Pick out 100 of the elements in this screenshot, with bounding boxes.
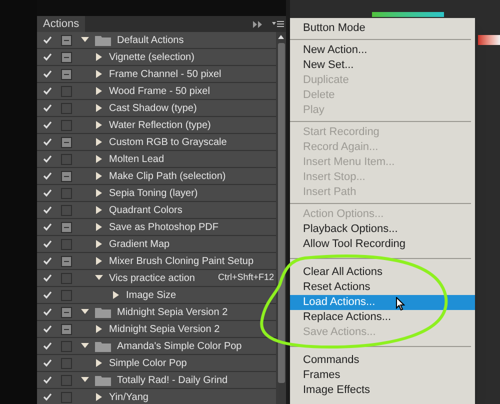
check-icon[interactable]: [42, 359, 52, 367]
action-name[interactable]: Image Size: [126, 288, 176, 302]
dialog-toggle-icon[interactable]: [60, 374, 72, 386]
menu-item[interactable]: Frames: [290, 368, 475, 383]
disclosure-triangle-icon[interactable]: [95, 189, 103, 197]
disclosure-triangle-icon[interactable]: [95, 155, 103, 163]
dialog-toggle-icon[interactable]: [60, 238, 72, 250]
dialog-toggle-icon[interactable]: [60, 136, 72, 148]
menu-item[interactable]: Reset Actions: [290, 280, 475, 295]
menu-item[interactable]: Image Effects: [290, 383, 475, 398]
disclosure-triangle-icon[interactable]: [95, 172, 103, 180]
action-name[interactable]: Molten Lead: [109, 152, 164, 166]
dialog-toggle-icon[interactable]: [60, 290, 72, 300]
check-icon[interactable]: [42, 70, 52, 78]
action-name[interactable]: Gradient Map: [109, 236, 170, 252]
check-icon[interactable]: [42, 274, 52, 282]
dialog-toggle-icon[interactable]: [60, 188, 72, 198]
check-icon[interactable]: [42, 257, 52, 265]
disclosure-triangle-icon[interactable]: [95, 393, 103, 401]
check-icon[interactable]: [42, 189, 52, 197]
action-name[interactable]: Vics practice action: [109, 270, 195, 286]
panel-menu-icon[interactable]: [272, 20, 284, 28]
action-name[interactable]: Vignette (selection): [109, 50, 194, 64]
disclosure-triangle-icon[interactable]: [95, 53, 103, 61]
action-name[interactable]: Simple Color Pop: [109, 356, 187, 370]
disclosure-triangle-icon[interactable]: [95, 121, 103, 129]
action-name[interactable]: Yin/Yang: [109, 390, 148, 404]
disclosure-triangle-icon[interactable]: [95, 223, 103, 231]
disclosure-triangle-icon[interactable]: [81, 342, 89, 350]
disclosure-triangle-icon[interactable]: [81, 308, 89, 316]
dialog-toggle-icon[interactable]: [60, 120, 72, 130]
disclosure-triangle-icon[interactable]: [81, 36, 89, 44]
action-name[interactable]: Quadrant Colors: [109, 202, 182, 218]
action-name[interactable]: Wood Frame - 50 pixel: [109, 84, 210, 98]
disclosure-triangle-icon[interactable]: [95, 206, 103, 214]
action-name[interactable]: Midnight Sepia Version 2: [117, 304, 228, 320]
dialog-toggle-icon[interactable]: [60, 324, 72, 334]
action-name[interactable]: Water Reflection (type): [109, 118, 211, 132]
menu-item[interactable]: Clear All Actions: [290, 265, 475, 280]
dialog-toggle-icon[interactable]: [60, 256, 72, 266]
menu-item[interactable]: New Set...: [290, 58, 475, 73]
dialog-toggle-icon[interactable]: [60, 34, 72, 46]
check-icon[interactable]: [42, 121, 52, 129]
menu-item[interactable]: Allow Tool Recording: [290, 237, 475, 252]
disclosure-triangle-icon[interactable]: [95, 240, 103, 248]
dialog-toggle-icon[interactable]: [60, 358, 72, 368]
check-icon[interactable]: [42, 240, 52, 248]
dialog-toggle-icon[interactable]: [60, 154, 72, 164]
check-icon[interactable]: [42, 138, 52, 146]
disclosure-triangle-icon[interactable]: [95, 257, 103, 265]
disclosure-triangle-icon[interactable]: [112, 291, 120, 299]
disclosure-triangle-icon[interactable]: [95, 70, 103, 78]
check-icon[interactable]: [42, 53, 52, 61]
action-name[interactable]: Sepia Toning (layer): [109, 186, 198, 200]
dialog-toggle-icon[interactable]: [60, 102, 72, 114]
menu-item[interactable]: Replace Actions...: [290, 310, 475, 325]
disclosure-triangle-icon[interactable]: [95, 359, 103, 367]
collapse-icon[interactable]: [253, 20, 262, 28]
action-name[interactable]: Midnight Sepia Version 2: [109, 322, 220, 336]
menu-item[interactable]: Button Mode: [290, 21, 475, 36]
action-name[interactable]: Save as Photoshop PDF: [109, 220, 219, 234]
action-name[interactable]: Default Actions: [117, 32, 184, 48]
dialog-toggle-icon[interactable]: [60, 222, 72, 232]
scroll-up-icon[interactable]: [278, 35, 284, 39]
action-name[interactable]: Custom RGB to Grayscale: [109, 134, 227, 150]
action-name[interactable]: Make Clip Path (selection): [109, 168, 226, 184]
check-icon[interactable]: [42, 36, 52, 44]
action-name[interactable]: Totally Rad! - Daily Grind: [117, 372, 228, 388]
check-icon[interactable]: [42, 376, 52, 384]
disclosure-triangle-icon[interactable]: [95, 274, 103, 282]
menu-item[interactable]: Load Actions...: [290, 295, 475, 310]
check-icon[interactable]: [42, 206, 52, 214]
dialog-toggle-icon[interactable]: [60, 272, 72, 284]
dialog-toggle-icon[interactable]: [60, 392, 72, 402]
scroll-thumb[interactable]: [278, 43, 284, 383]
menu-item[interactable]: Commands: [290, 353, 475, 368]
disclosure-triangle-icon[interactable]: [95, 104, 103, 112]
check-icon[interactable]: [42, 342, 52, 350]
panel-tab[interactable]: Actions: [37, 16, 86, 32]
check-icon[interactable]: [42, 155, 52, 163]
check-icon[interactable]: [42, 223, 52, 231]
menu-item[interactable]: New Action...: [290, 43, 475, 58]
check-icon[interactable]: [42, 87, 52, 95]
disclosure-triangle-icon[interactable]: [95, 87, 103, 95]
dialog-toggle-icon[interactable]: [60, 340, 72, 352]
dialog-toggle-icon[interactable]: [60, 306, 72, 318]
dialog-toggle-icon[interactable]: [60, 204, 72, 216]
disclosure-triangle-icon[interactable]: [95, 325, 103, 333]
dialog-toggle-icon[interactable]: [60, 68, 72, 80]
dialog-toggle-icon[interactable]: [60, 86, 72, 96]
scrollbar[interactable]: [276, 32, 286, 404]
disclosure-triangle-icon[interactable]: [95, 138, 103, 146]
dialog-toggle-icon[interactable]: [60, 170, 72, 182]
check-icon[interactable]: [42, 325, 52, 333]
action-name[interactable]: Amanda's Simple Color Pop: [117, 338, 242, 354]
check-icon[interactable]: [42, 291, 52, 299]
check-icon[interactable]: [42, 172, 52, 180]
menu-item[interactable]: Playback Options...: [290, 222, 475, 237]
check-icon[interactable]: [42, 104, 52, 112]
action-name[interactable]: Mixer Brush Cloning Paint Setup: [109, 254, 254, 268]
